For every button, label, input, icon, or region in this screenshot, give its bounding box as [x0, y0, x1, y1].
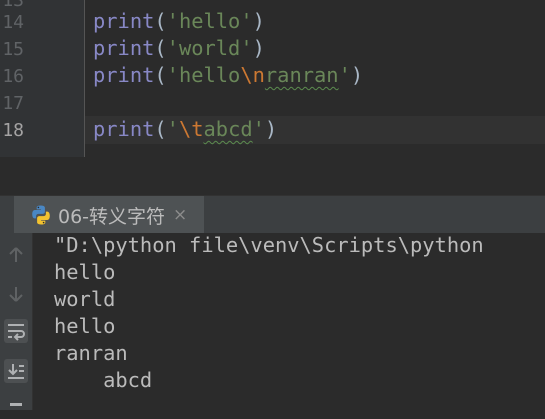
run-tab[interactable]: 06-转义字符 × — [14, 196, 204, 234]
panel-splitter[interactable] — [0, 157, 545, 195]
console-line: hello — [54, 314, 116, 338]
open-paren: ( — [154, 36, 167, 60]
down-arrow-icon[interactable] — [4, 282, 28, 306]
line-number: 17 — [2, 93, 24, 114]
close-icon[interactable]: × — [173, 205, 187, 225]
close-paren: ) — [252, 36, 265, 60]
print-icon[interactable] — [4, 395, 28, 419]
string-quote: ' — [166, 117, 179, 141]
run-tab-label: 06-转义字符 — [58, 205, 166, 228]
line-number: 15 — [2, 39, 24, 60]
open-paren: ( — [154, 117, 167, 141]
code-editor[interactable]: 13 14 15 16 17 18 print('hello') print('… — [0, 0, 545, 157]
console-line: world — [54, 287, 116, 311]
console-line: abcd — [54, 368, 153, 392]
line-number: 16 — [2, 66, 24, 87]
code-line[interactable]: print('world') — [93, 35, 265, 62]
code-line[interactable]: print('hello') — [93, 8, 265, 35]
code-line-current[interactable]: print('\tabcd') — [93, 116, 277, 143]
close-paren: ) — [264, 117, 278, 141]
string-quote: ' — [338, 63, 351, 87]
string-literal: 'world' — [166, 36, 253, 60]
code-line[interactable]: print('hello\nranran') — [93, 62, 363, 89]
open-paren: ( — [154, 9, 167, 33]
console-output[interactable]: "D:\python file\venv\Scripts\python hell… — [33, 233, 545, 410]
keyword-print: print — [93, 117, 155, 141]
python-icon — [30, 204, 52, 226]
string-literal: 'hello — [166, 63, 241, 87]
scroll-to-end-icon[interactable] — [4, 359, 28, 383]
open-paren: ( — [154, 63, 167, 87]
rerun-up-icon[interactable] — [4, 243, 28, 267]
line-number: 14 — [2, 12, 24, 33]
string-literal: 'hello' — [166, 9, 253, 33]
console-line: "D:\python file\venv\Scripts\python — [54, 233, 484, 257]
run-toolbar — [0, 233, 33, 410]
close-paren: ) — [252, 9, 265, 33]
keyword-print: print — [93, 9, 155, 33]
line-number-current: 18 — [2, 120, 24, 141]
run-panel-header: 06-转义字符 × — [0, 195, 545, 234]
escape-sequence: \t — [178, 117, 204, 141]
line-number-gutter: 13 14 15 16 17 18 — [0, 0, 85, 157]
escape-sequence: \n — [240, 63, 265, 87]
string-literal-typo: ranran — [264, 63, 339, 87]
string-literal-typo: abcd — [203, 117, 253, 141]
close-paren: ) — [350, 63, 364, 87]
keyword-print: print — [93, 63, 155, 87]
console-line: ranran — [54, 341, 128, 365]
console-line: hello — [54, 260, 116, 284]
soft-wrap-icon[interactable] — [4, 319, 28, 343]
keyword-print: print — [93, 36, 155, 60]
string-quote: ' — [252, 117, 265, 141]
